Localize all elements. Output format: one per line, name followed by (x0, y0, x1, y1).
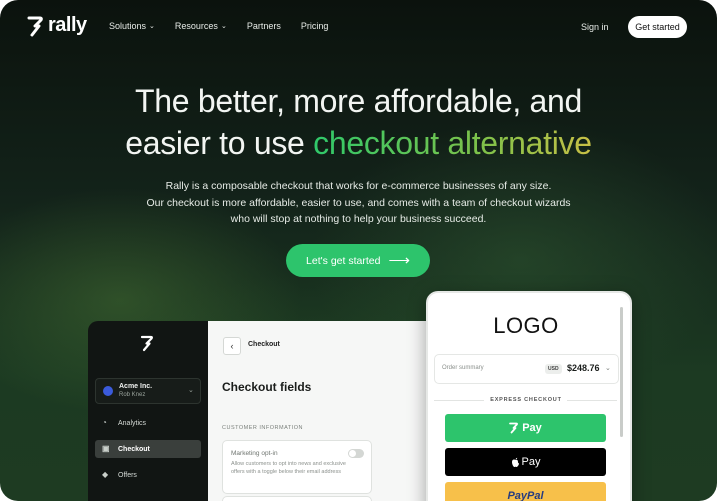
chevron-down-icon: ⌄ (605, 365, 611, 372)
apple-pay-button[interactable]: Pay (445, 448, 606, 476)
order-total: $248.76 (567, 363, 600, 373)
lets-get-started-button[interactable]: Let's get started ⟶ (286, 244, 430, 277)
marketing-opt-in-card: Marketing opt-in Allow customers to opt … (222, 440, 372, 494)
subtext-line-2: Our checkout is more affordable, easier … (146, 196, 571, 209)
sidebar-item-offers[interactable]: ◆ Offers (95, 466, 201, 484)
nav-resources-label: Resources (174, 21, 218, 31)
chevron-down-icon: ⌄ (149, 23, 155, 30)
order-summary-row[interactable]: Order summary USD $248.76 ⌄ (434, 354, 619, 384)
pie-chart-icon: ◔ (102, 418, 107, 427)
arrow-right-icon: ⟶ (388, 251, 410, 269)
rally-pay-label: Pay (522, 422, 542, 434)
paypal-logo: PayPal (507, 490, 544, 501)
nav-resources[interactable]: Resources ⌄ (175, 21, 227, 31)
currency-badge: USD (545, 364, 562, 374)
back-button[interactable]: ‹ (223, 337, 241, 355)
brand-name: rally (48, 14, 87, 36)
merchant-logo: LOGO (493, 313, 559, 338)
breadcrumb: Checkout (248, 341, 280, 348)
option-title: Marketing opt-in (231, 450, 278, 457)
account-switcher[interactable]: Acme Inc. Rob Knez ⌄ (95, 378, 201, 404)
page-frame: rally Solutions ⌄ Resources ⌄ Partners P… (0, 0, 717, 501)
sidebar-item-label: Analytics (118, 419, 147, 427)
nav-solutions[interactable]: Solutions ⌄ (109, 21, 155, 31)
dashboard-sidebar: Acme Inc. Rob Knez ⌄ ◔ Analytics ▣ Check… (88, 321, 208, 501)
account-user: Rob Knez (119, 392, 146, 398)
scrollbar[interactable] (620, 307, 623, 437)
nav-pricing[interactable]: Pricing (301, 21, 329, 31)
rally-pay-button[interactable]: Pay (445, 414, 606, 442)
subtext-line-3: who will stop at nothing to help your bu… (230, 213, 487, 225)
chevron-left-icon: ‹ (230, 341, 234, 351)
nav-solutions-label: Solutions (109, 21, 147, 31)
headline-line-2: easier to use checkout alternative (0, 122, 717, 164)
top-nav: rally Solutions ⌄ Resources ⌄ Partners P… (0, 0, 717, 54)
nav-partners[interactable]: Partners (247, 21, 281, 31)
dashboard-mockup: Acme Inc. Rob Knez ⌄ ◔ Analytics ▣ Check… (88, 321, 438, 501)
hero-headline: The better, more affordable, and easier … (0, 80, 717, 164)
order-summary-label: Order summary (442, 365, 484, 371)
sidebar-item-label: Offers (118, 471, 137, 479)
checkout-phone-mockup: LOGO Order summary USD $248.76 ⌄ EXPRESS… (426, 291, 632, 501)
nav-partners-label: Partners (246, 21, 281, 31)
sidebar-item-checkout[interactable]: ▣ Checkout (95, 440, 201, 458)
apple-icon (511, 457, 519, 467)
sidebar-item-label: Checkout (118, 445, 150, 453)
brand-logo[interactable]: rally (27, 14, 87, 37)
headline-plain: easier to use (125, 125, 314, 161)
rally-logo-icon (140, 335, 153, 352)
sidebar-item-analytics[interactable]: ◔ Analytics (95, 414, 201, 432)
account-name: Acme Inc. (119, 383, 153, 390)
field-card (222, 496, 372, 501)
get-started-button[interactable]: Get started (628, 16, 687, 38)
divider (567, 400, 617, 401)
chevron-down-icon: ⌄ (220, 23, 227, 30)
hero-subtext: Rally is a composable checkout that work… (0, 178, 717, 228)
marketing-opt-in-toggle[interactable] (348, 449, 364, 458)
chevron-down-icon: ⌄ (188, 387, 194, 394)
page-title: Checkout fields (222, 380, 312, 394)
nav-pricing-label: Pricing (300, 21, 329, 31)
tag-icon: ◆ (102, 470, 109, 479)
headline-line-1: The better, more affordable, and (135, 83, 582, 119)
cart-icon: ▣ (102, 444, 110, 453)
cta-label: Let's get started (306, 254, 381, 267)
nav-links: Solutions ⌄ Resources ⌄ Partners Pricing (109, 21, 328, 31)
section-label: CUSTOMER INFORMATION (222, 425, 303, 431)
headline-accent: checkout alternative (313, 125, 592, 161)
rally-logo-icon (509, 422, 519, 434)
option-description: Allow customers to opt into news and exc… (231, 461, 346, 475)
account-avatar (103, 386, 113, 396)
sign-in-link[interactable]: Sign in (581, 22, 609, 32)
paypal-button[interactable]: PayPal (445, 482, 606, 501)
apple-pay-label: Pay (521, 456, 541, 468)
subtext-line-1: Rally is a composable checkout that work… (165, 180, 552, 192)
dashboard-main: ‹ Checkout Checkout fields CUSTOMER INFO… (208, 321, 438, 501)
rally-logo-icon (27, 16, 43, 36)
